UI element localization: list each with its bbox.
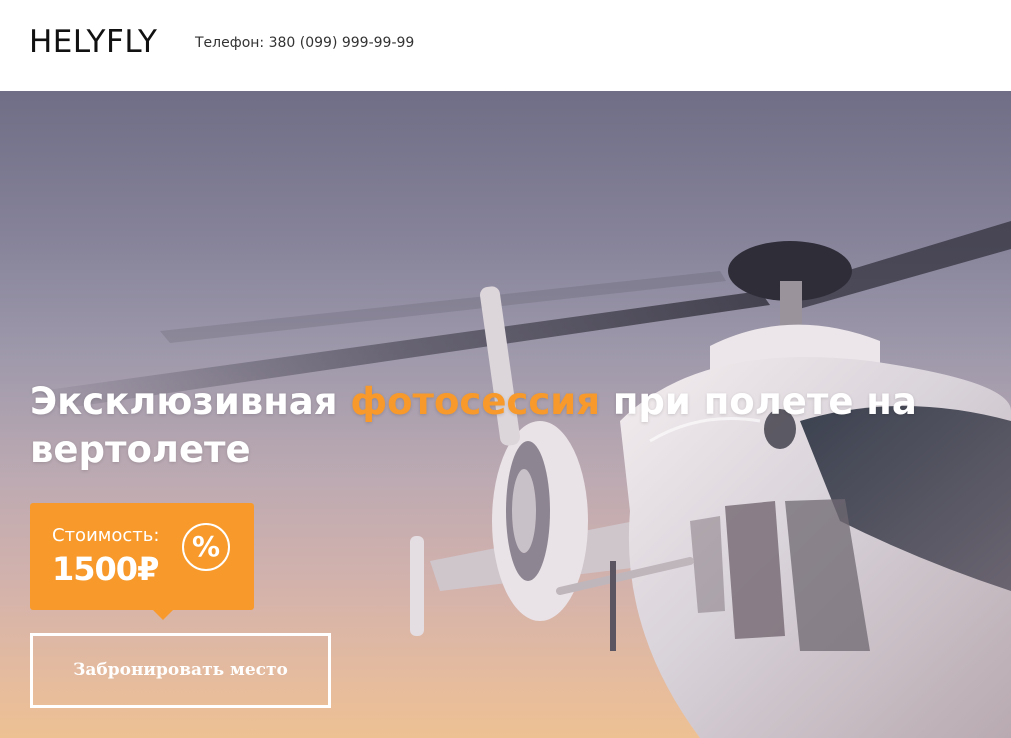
hero-title-accent: фотосессия: [350, 380, 600, 423]
site-header: HELYFLY Телефон: 380 (099) 999-99-99: [0, 0, 1011, 91]
percent-icon: %: [182, 523, 230, 571]
hero-section: Эксклюзивная фотосессия при полете на ве…: [0, 91, 1011, 738]
book-seat-button[interactable]: Забронировать место: [30, 633, 331, 708]
price-value: 1500₽: [52, 550, 159, 588]
hero-title-start: Эксклюзивная: [30, 380, 351, 423]
site-logo[interactable]: HELYFLY: [29, 22, 157, 62]
price-label: Стоимость:: [52, 525, 160, 546]
price-badge: Стоимость: 1500₽ %: [30, 503, 254, 620]
phone-number[interactable]: Телефон: 380 (099) 999-99-99: [195, 33, 414, 53]
hero-title: Эксклюзивная фотосессия при полете на ве…: [30, 378, 930, 474]
